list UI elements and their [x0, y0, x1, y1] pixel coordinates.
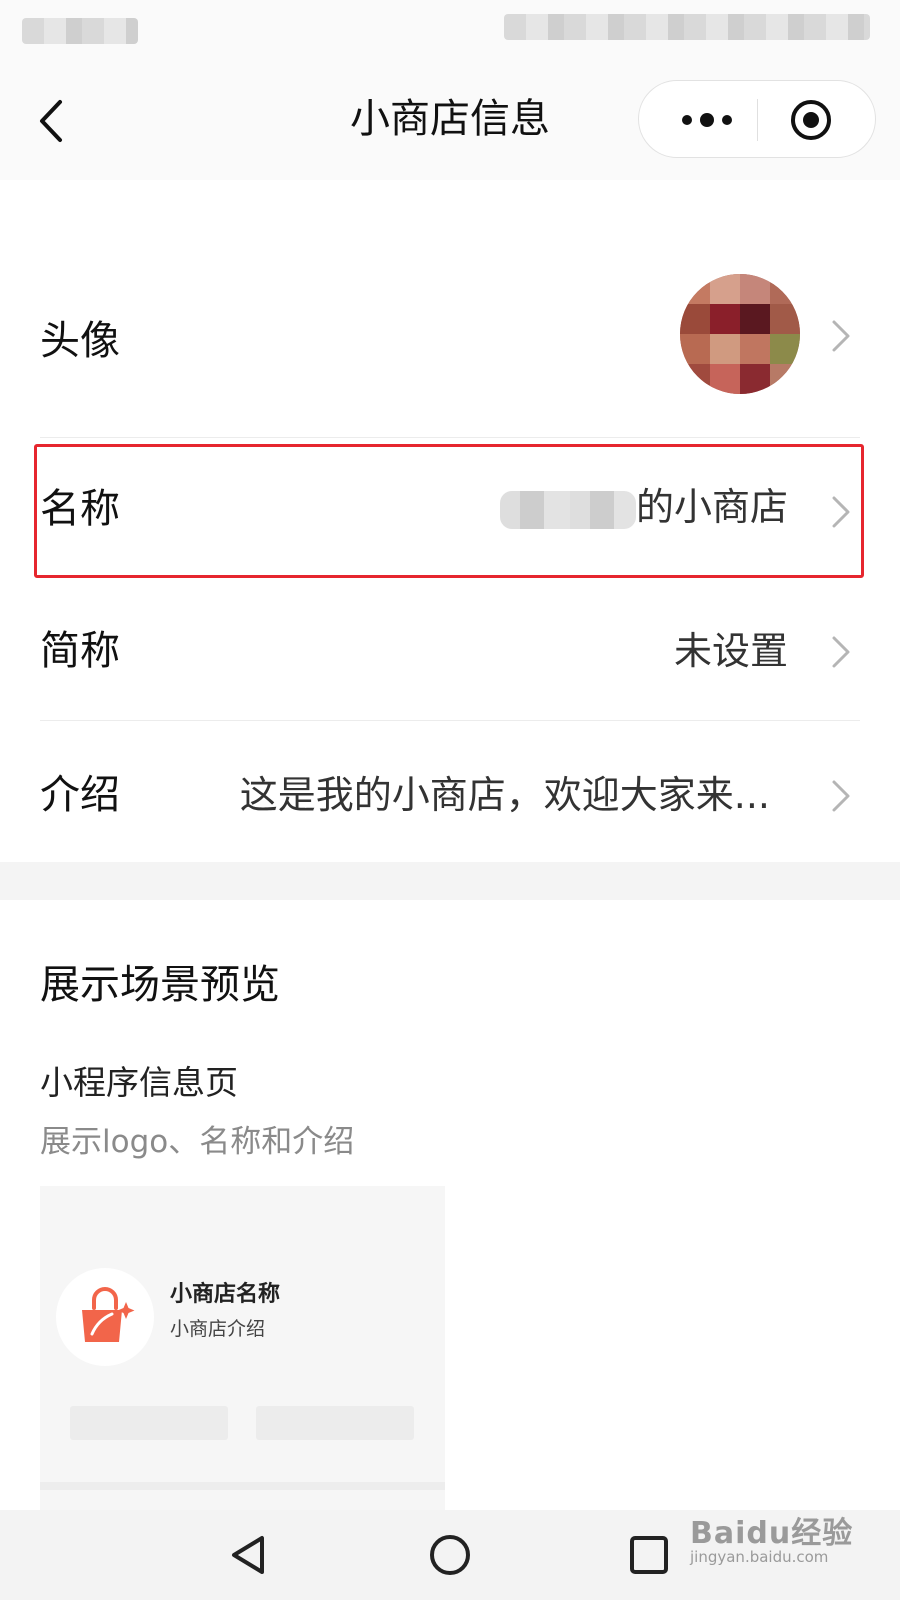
close-target-icon[interactable] — [789, 98, 833, 142]
row-divider — [40, 720, 860, 721]
more-dot — [700, 113, 714, 127]
nav-back-triangle-icon[interactable] — [226, 1530, 276, 1580]
card-placeholder-bar — [256, 1406, 414, 1440]
nav-home-circle-icon[interactable] — [425, 1530, 475, 1580]
nav-recent-square-icon[interactable] — [624, 1530, 674, 1580]
mini-program-capsule — [638, 80, 876, 158]
watermark-main: Baidu经验 — [690, 1516, 854, 1551]
preview-title: 展示场景预览 — [40, 962, 280, 1008]
shopping-bag-icon — [82, 1287, 135, 1342]
more-icon[interactable] — [659, 81, 755, 159]
highlight-box — [34, 444, 864, 578]
card-store-intro: 小商店介绍 — [170, 1318, 266, 1340]
short-name-row[interactable]: 简称 未设置 — [0, 586, 900, 714]
card-store-name: 小商店名称 — [170, 1282, 281, 1307]
status-left-blur — [22, 18, 138, 44]
chevron-right-icon — [832, 780, 850, 812]
avatar[interactable] — [680, 274, 800, 394]
intro-value: 这是我的小商店，欢迎大家来... — [239, 773, 770, 817]
card-placeholder-bar — [70, 1406, 228, 1440]
nav-bar: 小商店信息 — [0, 60, 900, 180]
section-gap — [0, 862, 900, 900]
card-separator — [40, 1482, 445, 1490]
avatar-label: 头像 — [40, 318, 120, 364]
chevron-right-icon — [832, 636, 850, 668]
more-dot — [722, 115, 732, 125]
capsule-divider — [757, 99, 758, 141]
preview-description: 展示logo、名称和介绍 — [40, 1124, 355, 1160]
intro-label: 介绍 — [40, 772, 120, 818]
intro-row[interactable]: 介绍 这是我的小商店，欢迎大家来... — [0, 722, 900, 858]
watermark: Baidu经验 jingyan.baidu.com — [690, 1508, 853, 1566]
row-divider — [40, 437, 860, 438]
status-bar — [0, 0, 900, 60]
card-logo — [56, 1268, 154, 1366]
more-dot — [682, 115, 692, 125]
avatar-mosaic — [680, 274, 800, 394]
short-name-value: 未设置 — [673, 629, 788, 673]
short-name-label: 简称 — [40, 628, 120, 674]
chevron-right-icon — [832, 320, 850, 352]
preview-card: 小商店名称 小商店介绍 — [40, 1186, 445, 1526]
preview-subtitle: 小程序信息页 — [40, 1063, 238, 1102]
status-right-blur — [504, 14, 870, 40]
